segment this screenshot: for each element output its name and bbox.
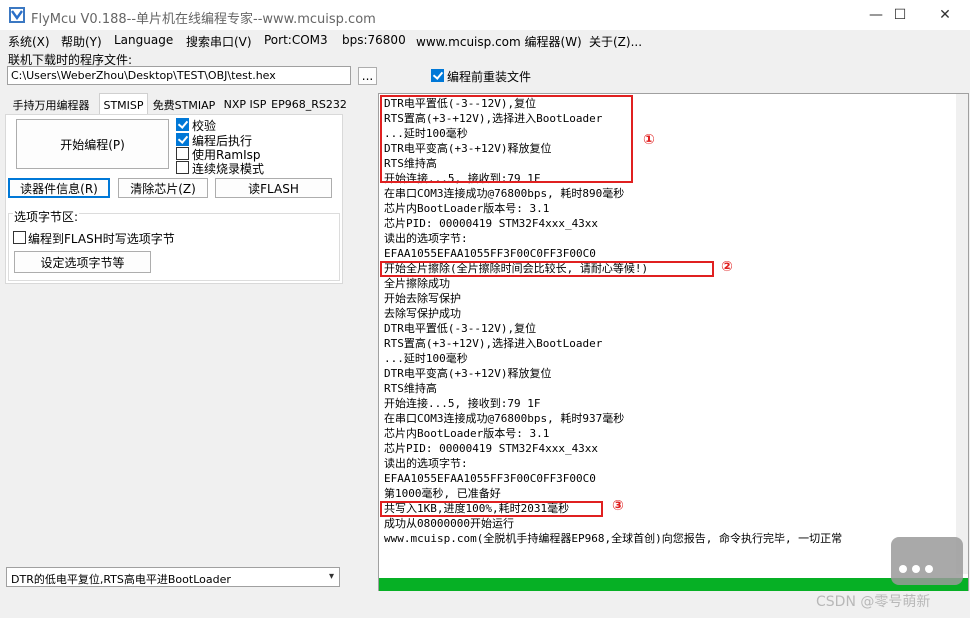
write-option-bytes-checkbox[interactable] — [13, 231, 26, 244]
log-line: 芯片内BootLoader版本号: 3.1 — [384, 202, 550, 215]
log-line: DTR电平置低(-3--12V),复位 — [384, 322, 537, 335]
maximize-icon: ☐ — [893, 7, 907, 23]
log-line: 第1000毫秒, 已准备好 — [384, 487, 501, 500]
run-after-program-checkbox[interactable] — [176, 133, 189, 146]
start-program-button[interactable]: 开始编程(P) — [16, 119, 169, 169]
verify-checkbox[interactable] — [176, 118, 189, 131]
reload-before-program-checkbox[interactable] — [431, 69, 444, 82]
continuous-burn-checkbox[interactable] — [176, 161, 189, 174]
menu-bar: 系统(X) 帮助(Y) Language 搜索串口(V) Port:COM3 b… — [0, 30, 970, 50]
flymcu-app-icon — [9, 7, 25, 23]
log-line: www.mcuisp.com(全脱机手持编程器EP968,全球首创)向您报告, … — [384, 532, 843, 545]
reload-before-program-label: 编程前重装文件 — [447, 70, 532, 84]
annotation-box-write — [380, 501, 603, 517]
menu-port[interactable]: Port:COM3 — [264, 33, 328, 47]
write-option-bytes-label: 编程到FLASH时写选项字节 — [28, 232, 175, 246]
log-line: ...延时100毫秒 — [384, 352, 468, 365]
log-line: 在串口COM3连接成功@76800bps, 耗时937毫秒 — [384, 412, 625, 425]
tab-nxp-isp[interactable]: NXP ISP — [221, 95, 269, 114]
log-line: 在串口COM3连接成功@76800bps, 耗时890毫秒 — [384, 187, 625, 200]
log-line: 开始去除写保护 — [384, 292, 461, 305]
menu-system[interactable]: 系统(X) — [8, 33, 50, 50]
menu-search-port[interactable]: 搜索串口(V) — [186, 33, 252, 50]
tab-stmisp[interactable]: STMISP — [99, 93, 148, 116]
chevron-down-icon: ▾ — [328, 571, 334, 582]
menu-help[interactable]: 帮助(Y) — [61, 33, 102, 50]
log-line: 芯片PID: 00000419 STM32F4xxx_43xx — [384, 442, 599, 455]
set-option-bytes-button[interactable]: 设定选项字节等 — [14, 251, 151, 273]
reset-mode-select[interactable]: DTR的低电平复位,RTS高电平进BootLoader ▾ — [6, 567, 340, 587]
log-line: 成功从08000000开始运行 — [384, 517, 514, 530]
log-line: RTS置高(+3-+12V),选择进入BootLoader — [384, 337, 603, 350]
log-line: 全片擦除成功 — [384, 277, 450, 290]
progress-bar-fill — [379, 578, 968, 591]
log-scrollbar[interactable] — [956, 94, 968, 574]
watermark: CSDN @零号萌新 — [816, 594, 931, 610]
tab-ep968-rs232[interactable]: EP968_RS232 — [270, 95, 348, 114]
continuous-burn-label: 连续烧录模式 — [192, 162, 265, 176]
log-line: 读出的选项字节: — [384, 457, 468, 470]
close-button[interactable]: ✕ — [922, 0, 968, 30]
menu-programmer[interactable]: www.mcuisp.com 编程器(W) — [416, 33, 582, 50]
window-title: FlyMcu V0.188--单片机在线编程专家--www.mcuisp.com — [31, 12, 376, 27]
log-line: 芯片PID: 00000419 STM32F4xxx_43xx — [384, 217, 599, 230]
tab-free-stmiap[interactable]: 免费STMIAP — [148, 95, 220, 114]
log-line: EFAA1055EFAA1055FF3F00C0FF3F00C0 — [384, 247, 596, 260]
annotation-marker-1: ① — [643, 132, 655, 148]
browse-button[interactable]: ... — [358, 67, 377, 85]
annotation-marker-3: ③ — [612, 498, 624, 514]
option-bytes-title: 选项字节区: — [13, 208, 80, 225]
title-bar: FlyMcu V0.188--单片机在线编程专家--www.mcuisp.com… — [0, 0, 970, 30]
menu-bps[interactable]: bps:76800 — [342, 33, 406, 47]
log-line: RTS维持高 — [384, 382, 437, 395]
annotation-box-erase — [380, 261, 714, 277]
log-line: 去除写保护成功 — [384, 307, 461, 320]
log-line: 读出的选项字节: — [384, 232, 468, 245]
tab-handheld-programmer[interactable]: 手持万用编程器 — [5, 95, 97, 114]
annotation-marker-2: ② — [721, 259, 733, 275]
clear-chip-button[interactable]: 清除芯片(Z) — [118, 178, 208, 198]
maximize-button[interactable]: ☐ — [877, 0, 923, 30]
log-line: 开始连接...5, 接收到:79 1F — [384, 397, 541, 410]
program-file-path-input[interactable]: C:\Users\WeberZhou\Desktop\TEST\OBJ\test… — [7, 66, 351, 85]
log-line: DTR电平变高(+3-+12V)释放复位 — [384, 367, 552, 380]
annotation-box-connect — [380, 95, 633, 183]
menu-about[interactable]: 关于(Z)... — [589, 33, 642, 50]
menu-language[interactable]: Language — [114, 33, 173, 47]
progress-bar — [379, 578, 968, 591]
reset-mode-value: DTR的低电平复位,RTS高电平进BootLoader — [11, 573, 231, 586]
use-ramisp-checkbox[interactable] — [176, 147, 189, 160]
read-flash-button[interactable]: 读FLASH — [215, 178, 332, 198]
close-icon: ✕ — [939, 7, 951, 23]
read-device-info-button[interactable]: 读器件信息(R) — [8, 178, 110, 198]
log-line: EFAA1055EFAA1055FF3F00C0FF3F00C0 — [384, 472, 596, 485]
chat-bubble-icon — [891, 537, 963, 585]
log-line: 芯片内BootLoader版本号: 3.1 — [384, 427, 550, 440]
